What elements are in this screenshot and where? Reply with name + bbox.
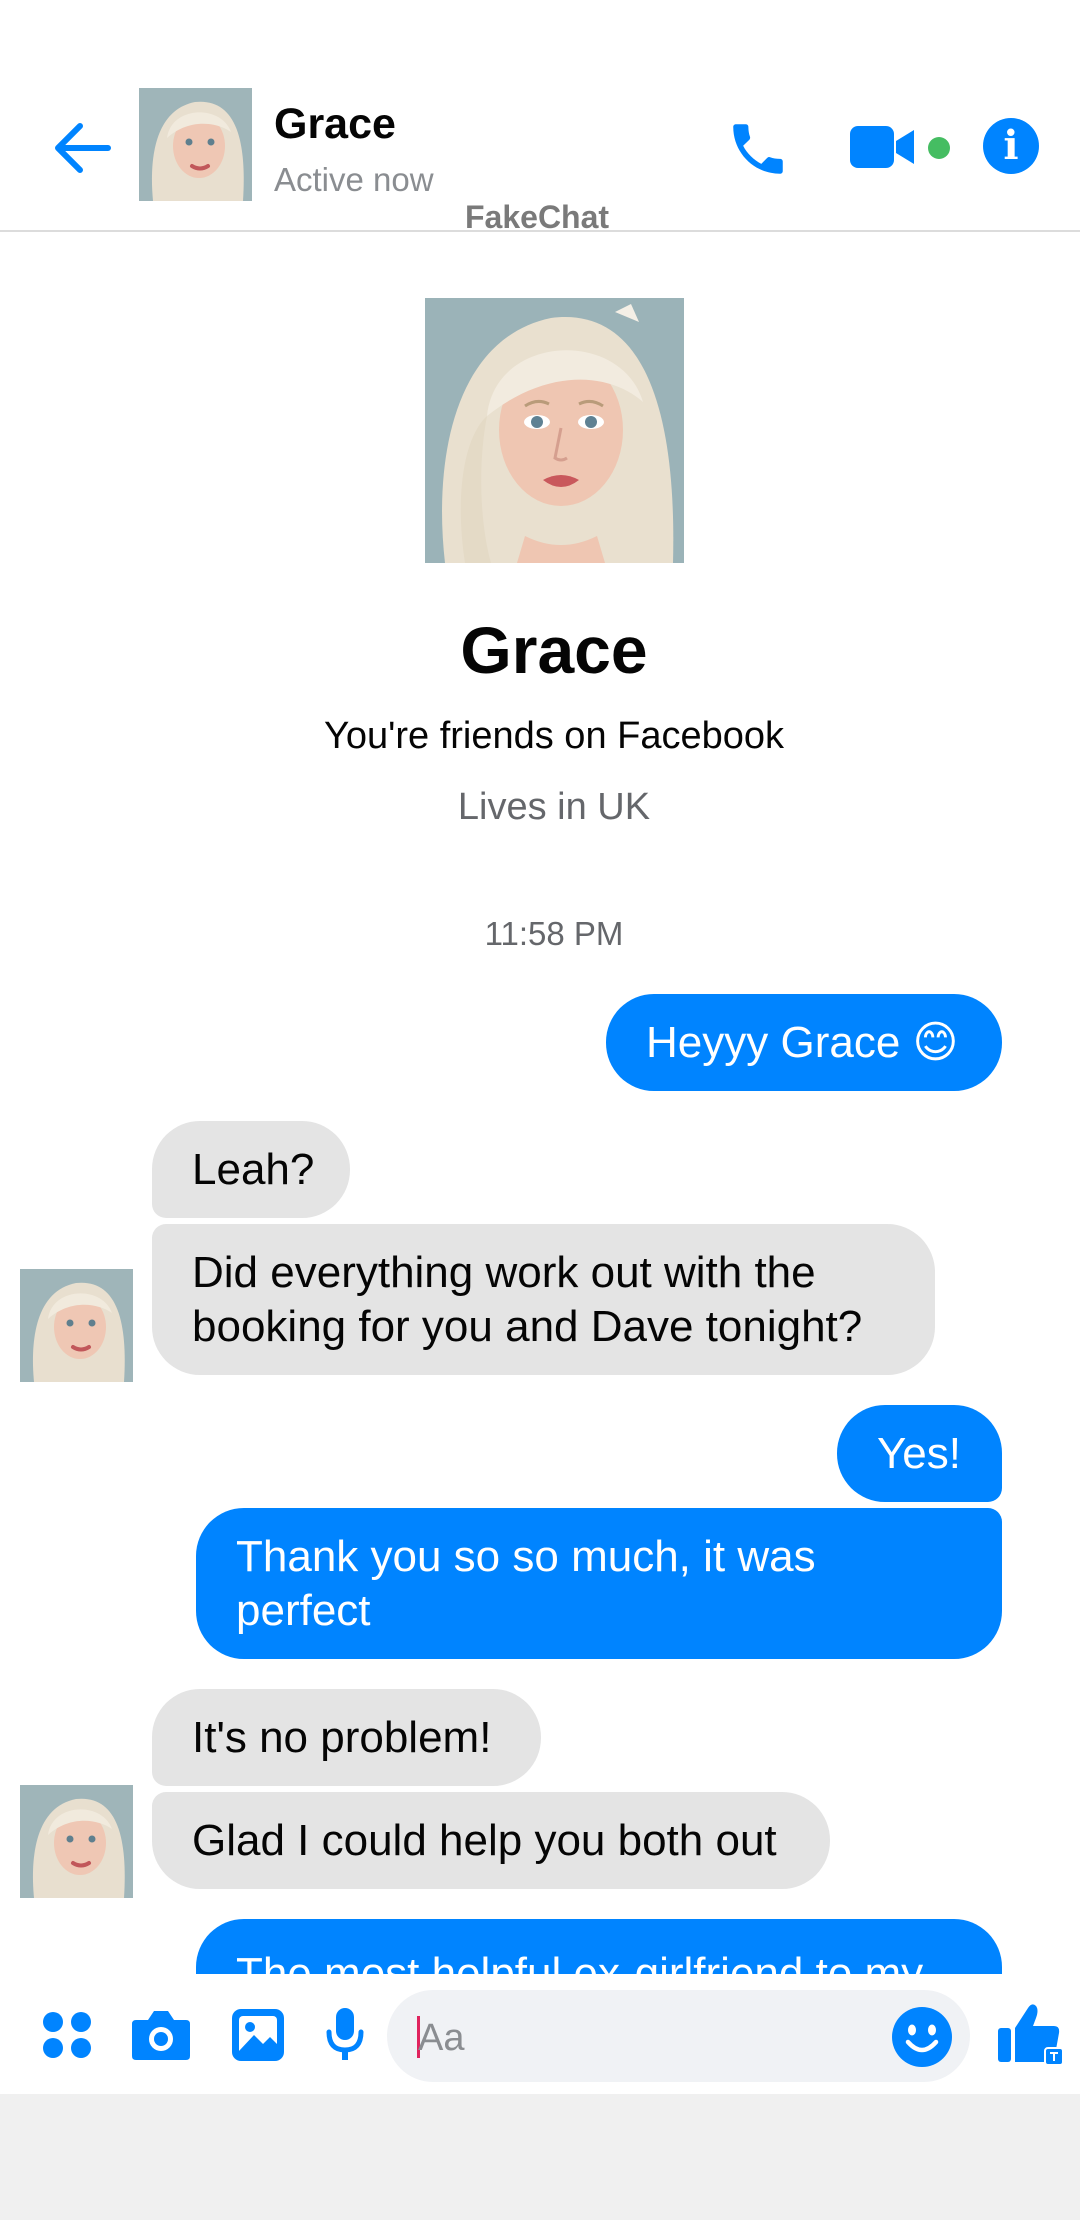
watermark: FakeChat [465,199,610,235]
message-input-placeholder: Aa [418,2017,465,2059]
message-text: Glad I could help you both out [192,1815,777,1865]
online-indicator [928,137,950,159]
location-info: Lives in UK [457,786,651,828]
gallery-icon[interactable] [230,2007,286,2068]
contact-avatar-small[interactable] [20,1785,133,1898]
video-camera-icon[interactable] [848,122,918,172]
contact-avatar[interactable] [139,88,252,201]
message-input[interactable] [387,1990,970,2082]
message-text: The most helpful ex-girlfriend to my [236,1949,924,1974]
active-status: Active now [274,161,434,198]
system-navigation-area [0,2094,1080,2220]
outgoing-message[interactable]: Yes! [837,1405,1002,1502]
incoming-message[interactable]: It's no problem! [152,1689,541,1786]
message-text: Thank you so so much, it was perfect [236,1531,816,1635]
chat-header: Grace Active now i FakeChat [0,0,1080,235]
back-arrow-icon[interactable] [50,116,114,180]
profile-name: Grace [460,613,648,687]
phone-icon[interactable] [725,116,791,182]
outgoing-message[interactable]: Heyyy Grace 😊 [606,994,1002,1091]
profile-photo[interactable] [425,298,684,563]
incoming-message[interactable]: Glad I could help you both out [152,1792,830,1889]
thumbs-up-icon[interactable] [996,2000,1064,2068]
emoji-icon[interactable] [891,2006,953,2068]
apps-grid-icon[interactable] [42,2009,92,2066]
contact-avatar-small[interactable] [20,1269,133,1382]
info-icon[interactable]: i [983,118,1039,174]
message-text: Leah? [192,1144,315,1194]
incoming-message[interactable]: Leah? [152,1121,350,1218]
message-text: Yes! [877,1428,962,1478]
message-timestamp: 11:58 PM [484,915,624,952]
contact-name[interactable]: Grace [274,100,396,149]
message-list[interactable]: Grace You're friends on Facebook Lives i… [0,232,1080,1974]
message-text: It's no problem! [192,1712,492,1762]
outgoing-message[interactable]: Thank you so so much, it was perfect [196,1508,1002,1659]
camera-icon[interactable] [130,2008,192,2067]
friends-status: You're friends on Facebook [323,715,785,757]
microphone-icon[interactable] [326,2006,364,2069]
message-text: Heyyy Grace 😊 [646,1017,959,1067]
incoming-message[interactable]: Did everything work out with the booking… [152,1224,935,1375]
outgoing-message[interactable]: The most helpful ex-girlfriend to my [196,1919,1002,1974]
message-text: Did everything work out with the booking… [192,1247,863,1351]
